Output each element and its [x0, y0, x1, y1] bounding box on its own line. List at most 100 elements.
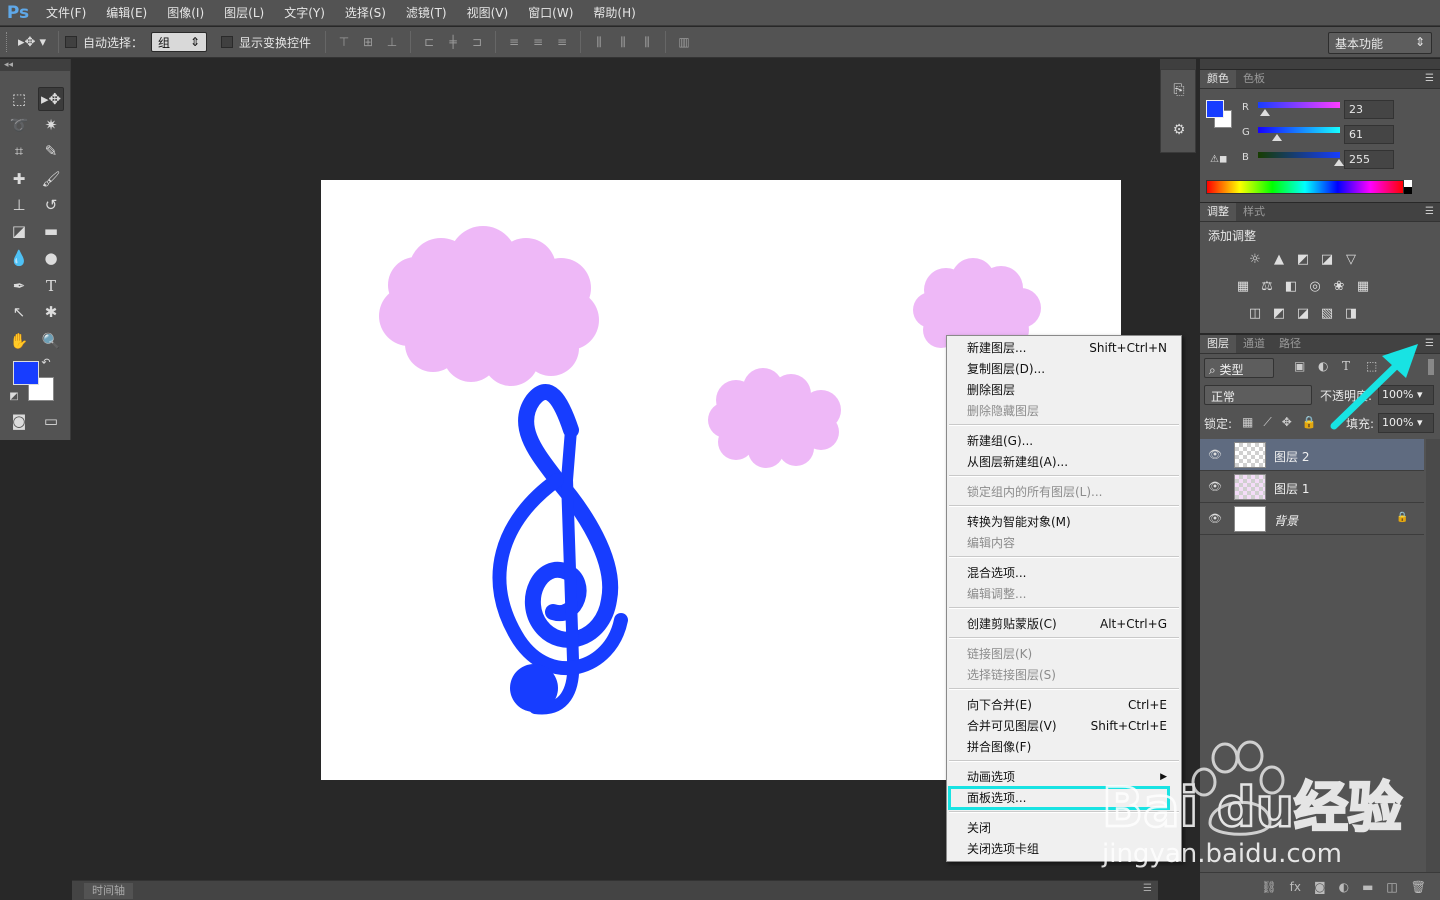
menu-image[interactable]: 图像(I)	[157, 0, 214, 26]
collapsed-panels-header[interactable]	[1160, 59, 1196, 69]
color-fg-swatch[interactable]	[1206, 100, 1224, 118]
align-right-icon[interactable]: ⊐	[469, 34, 485, 50]
menu-select[interactable]: 选择(S)	[335, 0, 396, 26]
gamut-warning-icon[interactable]: ⚠◼	[1210, 154, 1227, 165]
green-value[interactable]: 61	[1344, 125, 1394, 144]
move-tool-preset-icon[interactable]: ▸✥ ▾	[12, 31, 52, 53]
layer-thumbnail[interactable]	[1234, 442, 1266, 468]
menu-layer[interactable]: 图层(L)	[214, 0, 274, 26]
tab-styles[interactable]: 样式	[1236, 203, 1272, 221]
align-top-icon[interactable]: ⊤	[336, 34, 352, 50]
black-white-ramp[interactable]	[1404, 180, 1412, 194]
trash-icon[interactable]: 🗑	[1411, 880, 1426, 894]
invert-icon[interactable]: ◫	[1246, 305, 1264, 321]
default-colors-icon[interactable]: ◩	[6, 389, 22, 403]
tab-swatches[interactable]: 色板	[1236, 70, 1272, 88]
link-layers-icon[interactable]: ⛓	[1261, 880, 1276, 894]
visibility-eye-icon[interactable]: 👁	[1208, 448, 1222, 461]
blue-track[interactable]	[1258, 152, 1340, 158]
menu-window[interactable]: 窗口(W)	[518, 0, 583, 26]
green-slider[interactable]: G 61	[1242, 125, 1432, 147]
menu-item-merge-down[interactable]: 向下合并(E) Ctrl+E	[967, 695, 1167, 716]
tab-timeline[interactable]: 时间轴	[84, 883, 133, 899]
layer-thumbnail[interactable]	[1234, 506, 1266, 532]
red-slider[interactable]: R 23	[1242, 100, 1432, 122]
visibility-eye-icon[interactable]: 👁	[1208, 480, 1222, 493]
dodge-tool-icon[interactable]: ●	[38, 246, 64, 270]
vibrance-icon[interactable]: ▽	[1342, 251, 1360, 267]
menu-item-new-group-from-layers[interactable]: 从图层新建组(A)...	[967, 452, 1167, 473]
tab-adjustments[interactable]: 调整	[1200, 203, 1236, 221]
layer-row-background[interactable]: 👁 背景 🔒	[1200, 503, 1424, 535]
menu-item-convert-to-smart-object[interactable]: 转换为智能对象(M)	[967, 512, 1167, 533]
distribute-top-icon[interactable]: ≡	[506, 34, 522, 50]
red-track[interactable]	[1258, 102, 1340, 108]
layers-panel-menu-icon[interactable]: ☰	[1425, 338, 1434, 349]
gradient-tool-icon[interactable]: ▬	[38, 219, 64, 243]
history-panel-icon[interactable]: ⎘	[1169, 82, 1189, 102]
brush-tool-icon[interactable]: 🖌	[38, 167, 64, 191]
tab-paths[interactable]: 路径	[1272, 335, 1308, 353]
menu-type[interactable]: 文字(Y)	[274, 0, 335, 26]
lasso-tool-icon[interactable]: ➰	[6, 113, 32, 137]
distribute-hcenter-icon[interactable]: ⫼	[615, 34, 631, 50]
auto-align-icon[interactable]: ▥	[676, 34, 692, 50]
gradient-map-icon[interactable]: ▧	[1318, 305, 1336, 321]
new-adjustment-layer-icon[interactable]: ◐	[1339, 880, 1349, 894]
align-hcenter-icon[interactable]: ╪	[445, 34, 461, 50]
menu-item-delete-layer[interactable]: 删除图层	[967, 380, 1167, 401]
shape-tool-icon[interactable]: ✱	[38, 300, 64, 324]
visibility-eye-icon[interactable]: 👁	[1208, 512, 1222, 525]
workspace-dropdown[interactable]: 基本功能 ⇕	[1328, 32, 1432, 54]
type-tool-icon[interactable]: T	[38, 274, 64, 298]
layer-filter-kind-dropdown[interactable]: ⌕ 类型	[1204, 358, 1274, 378]
layer-thumbnail[interactable]	[1234, 474, 1266, 500]
menu-filter[interactable]: 滤镜(T)	[396, 0, 457, 26]
color-balance-icon[interactable]: ⚖	[1258, 278, 1276, 294]
posterize-icon[interactable]: ◩	[1270, 305, 1288, 321]
menu-item-duplicate-layer[interactable]: 复制图层(D)...	[967, 359, 1167, 380]
threshold-icon[interactable]: ◪	[1294, 305, 1312, 321]
lock-options-icons[interactable]: ▦⟋✥🔒	[1242, 415, 1327, 430]
menu-item-new-layer[interactable]: 新建图层... Shift+Ctrl+N	[967, 338, 1167, 359]
brightness-contrast-icon[interactable]: ☼	[1246, 251, 1264, 267]
green-track[interactable]	[1258, 127, 1340, 133]
menu-item-merge-visible[interactable]: 合并可见图层(V) Shift+Ctrl+E	[967, 716, 1167, 737]
pen-tool-icon[interactable]: ✒	[6, 274, 32, 298]
color-spectrum-bar[interactable]	[1206, 180, 1404, 194]
exposure-icon[interactable]: ◪	[1318, 251, 1336, 267]
menu-edit[interactable]: 编辑(E)	[96, 0, 157, 26]
align-vcenter-icon[interactable]: ⊞	[360, 34, 376, 50]
screen-mode-icon[interactable]: ▭	[38, 409, 64, 433]
layer-row-layer1[interactable]: 👁 图层 1	[1200, 471, 1424, 503]
menu-item-new-group[interactable]: 新建组(G)...	[967, 431, 1167, 452]
magic-wand-tool-icon[interactable]: ✷	[38, 113, 64, 137]
layer-style-fx-icon[interactable]: fx	[1290, 880, 1301, 894]
color-lookup-icon[interactable]: ▦	[1354, 278, 1372, 294]
tab-layers[interactable]: 图层	[1200, 335, 1236, 353]
layer-row-layer2[interactable]: 👁 图层 2	[1200, 439, 1424, 471]
channel-mixer-icon[interactable]: ❀	[1330, 278, 1348, 294]
zoom-tool-icon[interactable]: 🔍	[38, 329, 64, 353]
swap-colors-icon[interactable]: ↶	[38, 355, 54, 369]
layer-name[interactable]: 图层 2	[1274, 448, 1309, 465]
new-layer-icon[interactable]: ◫	[1386, 880, 1397, 894]
panel-menu-icon[interactable]: ☰	[1425, 206, 1434, 217]
black-white-icon[interactable]: ◧	[1282, 278, 1300, 294]
panel-menu-icon[interactable]: ☰	[1143, 883, 1152, 894]
layer-name[interactable]: 背景	[1274, 512, 1298, 529]
photo-filter-icon[interactable]: ◎	[1306, 278, 1324, 294]
curves-icon[interactable]: ◩	[1294, 251, 1312, 267]
selective-color-icon[interactable]: ◨	[1342, 305, 1360, 321]
auto-select-dropdown[interactable]: 组 ⇕	[151, 32, 208, 52]
menu-file[interactable]: 文件(F)	[36, 0, 96, 26]
menu-help[interactable]: 帮助(H)	[583, 0, 645, 26]
menu-item-create-clipping-mask[interactable]: 创建剪贴蒙版(C) Alt+Ctrl+G	[967, 614, 1167, 635]
marquee-tool-icon[interactable]: ⬚	[6, 87, 32, 111]
distribute-left-icon[interactable]: ⫼	[591, 34, 607, 50]
hand-tool-icon[interactable]: ✋	[6, 329, 32, 353]
show-transform-checkbox[interactable]	[221, 36, 234, 48]
clone-stamp-tool-icon[interactable]: ⊥	[6, 193, 32, 217]
healing-brush-tool-icon[interactable]: ✚	[6, 167, 32, 191]
blend-mode-dropdown[interactable]: 正常	[1204, 385, 1312, 405]
